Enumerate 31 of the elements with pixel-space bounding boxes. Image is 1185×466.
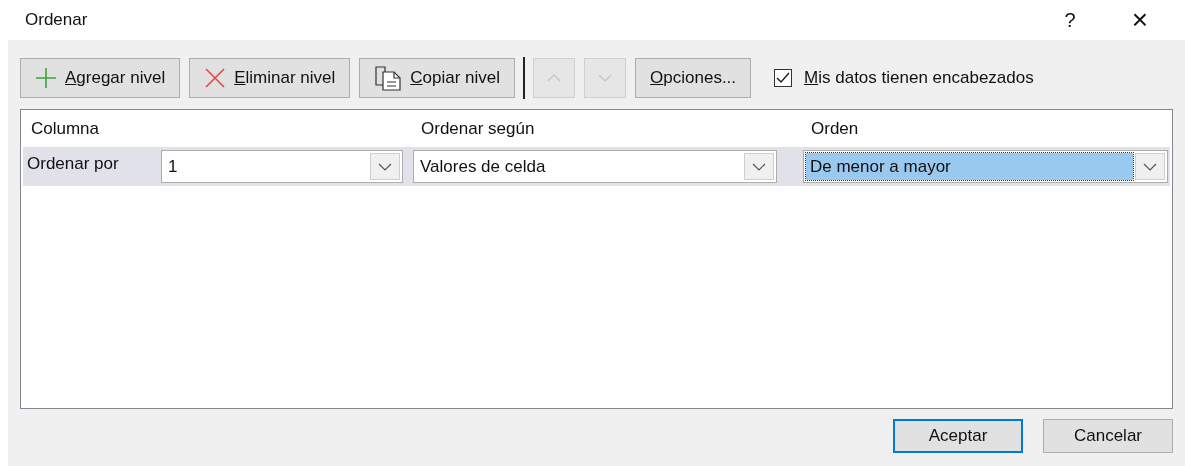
close-button[interactable]: × [1120, 6, 1160, 34]
chevron-down-icon [1143, 162, 1157, 171]
chevron-down-icon [752, 162, 766, 171]
dropdown-field[interactable]: De menor a mayor [803, 150, 1168, 183]
toolbar-button[interactable]: Copiar nivel [359, 58, 516, 98]
dropdown-field[interactable]: 1 [161, 150, 403, 183]
column-header: Columna [30, 117, 101, 140]
plus-icon [35, 67, 57, 89]
window-title: Ordenar [25, 9, 88, 32]
sort-level-row[interactable]: Ordenar por 1 Valores de celda De menor a mayor [23, 147, 1170, 186]
checkbox[interactable] [774, 69, 793, 87]
column-header: Ordenar según [420, 117, 536, 140]
checkbox-label: Mis datos tienen encabezados [804, 67, 1034, 90]
dialog-button[interactable]: Aceptar [893, 419, 1023, 453]
dropdown-field[interactable]: Valores de celda [413, 150, 777, 183]
toolbar-button[interactable]: Opciones... [635, 58, 752, 98]
chevron-down-icon [378, 162, 392, 171]
toolbar-button[interactable]: Eliminar nivel [189, 58, 351, 98]
dropdown-value: 1 [167, 155, 179, 178]
toolbar-button[interactable]: Agregar nivel [20, 58, 181, 98]
dropdown-value: Valores de celda [419, 155, 547, 178]
chevron-down-icon [598, 74, 613, 82]
close-icon [204, 67, 227, 89]
dropdown-value: De menor a mayor [806, 153, 1133, 180]
check-icon [776, 72, 791, 84]
row-label: Ordenar por [26, 153, 120, 175]
chevron-up-icon [547, 74, 562, 82]
help-button[interactable]: ? [1050, 5, 1090, 35]
dialog-button[interactable]: Cancelar [1043, 419, 1173, 453]
copy-icon [374, 65, 403, 91]
column-header: Orden [810, 117, 860, 140]
